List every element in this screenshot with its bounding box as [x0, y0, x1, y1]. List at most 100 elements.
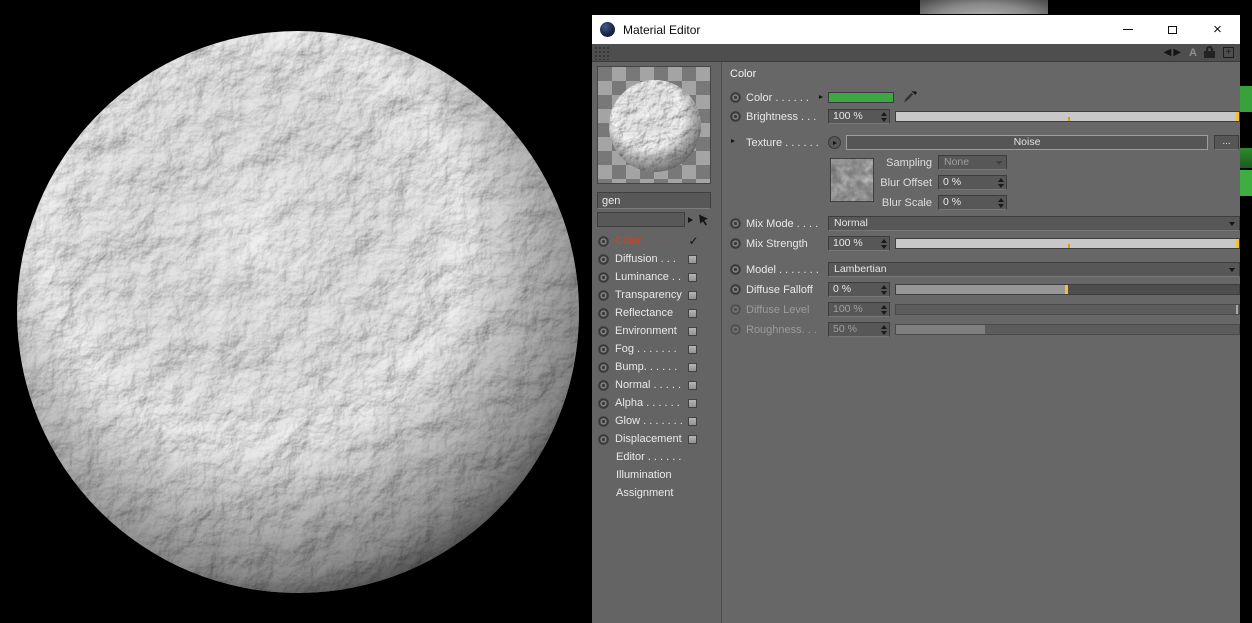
texture-browse-button[interactable]: ...	[1214, 135, 1239, 150]
keyframe-circle[interactable]	[598, 397, 609, 409]
blur-scale-spinbox[interactable]: 0 %	[938, 195, 1007, 210]
mix-strength-value[interactable]: 100 %	[829, 237, 889, 250]
spin-down-icon[interactable]	[998, 204, 1004, 208]
spin-up-icon[interactable]	[998, 178, 1004, 182]
stepper[interactable]	[998, 178, 1004, 188]
blur-offset-spinbox[interactable]: 0 %	[938, 175, 1007, 190]
spin-down-icon[interactable]	[881, 118, 887, 122]
spin-down-icon[interactable]	[881, 245, 887, 249]
nav-forward-icon[interactable]: ▶	[1172, 47, 1182, 58]
page-item-assignment[interactable]: Assignment	[592, 484, 721, 502]
keyframe-circle[interactable]	[598, 361, 609, 373]
add-box-icon[interactable]: +	[1223, 47, 1234, 58]
preview-preset-button[interactable]	[685, 212, 696, 227]
channel-label[interactable]: Alpha . . . . . .	[615, 397, 688, 409]
spin-up-icon[interactable]	[881, 112, 887, 116]
color-expand-arrow-icon[interactable]	[819, 95, 823, 99]
page-item-illumination[interactable]: Illumination	[592, 466, 721, 484]
channel-checkbox[interactable]	[688, 326, 697, 336]
spin-up-icon[interactable]	[881, 285, 887, 289]
check-icon[interactable]: ✓	[687, 234, 700, 248]
channel-checkbox[interactable]	[688, 254, 697, 264]
diffuse-falloff-value[interactable]: 0 %	[829, 283, 889, 296]
model-dropdown[interactable]: Lambertian	[828, 262, 1240, 277]
keyframe-circle[interactable]	[598, 325, 609, 337]
color-swatch[interactable]	[828, 92, 894, 103]
channel-checkbox[interactable]	[688, 398, 697, 408]
keyframe-circle[interactable]	[730, 111, 741, 122]
channel-checkbox[interactable]	[688, 380, 697, 390]
keyframe-circle[interactable]	[598, 343, 609, 355]
lock-icon[interactable]	[1204, 46, 1215, 59]
channel-row-alpha[interactable]: Alpha . . . . . .	[592, 394, 721, 412]
spin-down-icon[interactable]	[998, 184, 1004, 188]
slider-handle[interactable]	[1236, 112, 1239, 121]
channel-label[interactable]: Transparency	[615, 289, 688, 301]
brightness-value[interactable]: 100 %	[829, 110, 889, 123]
close-button[interactable]: ×	[1195, 15, 1240, 44]
texture-shader-button[interactable]: Noise	[846, 135, 1208, 150]
brightness-spinbox[interactable]: 100 %	[828, 109, 890, 124]
titlebar[interactable]: Material Editor ×	[592, 15, 1240, 44]
keyframe-circle[interactable]	[598, 253, 609, 265]
material-thumbnail[interactable]	[597, 66, 711, 184]
channel-label[interactable]: Color. . . . . .	[615, 235, 687, 247]
keyframe-circle[interactable]	[598, 307, 609, 319]
channel-label[interactable]: Bump. . . . . .	[615, 361, 688, 373]
channel-checkbox[interactable]	[688, 344, 697, 354]
keyframe-circle[interactable]	[730, 92, 741, 103]
channel-row-environment[interactable]: Environment	[592, 322, 721, 340]
keyframe-circle[interactable]	[598, 433, 609, 445]
channel-label[interactable]: Diffusion . . .	[615, 253, 688, 265]
diffuse-falloff-spinbox[interactable]: 0 %	[828, 282, 890, 297]
slider-handle[interactable]	[1236, 239, 1239, 248]
expander-triangle-icon[interactable]	[731, 139, 735, 143]
maximize-button[interactable]	[1150, 15, 1195, 44]
nav-back-icon[interactable]: ◀	[1163, 47, 1173, 58]
channel-checkbox[interactable]	[688, 434, 697, 444]
channel-checkbox[interactable]	[688, 308, 697, 318]
blur-scale-value[interactable]: 0 %	[939, 196, 1006, 209]
mix-strength-slider[interactable]	[895, 238, 1240, 249]
channel-label[interactable]: Luminance . .	[615, 271, 688, 283]
keyframe-circle[interactable]	[598, 235, 609, 247]
texture-preset-button[interactable]	[828, 136, 841, 149]
brightness-slider[interactable]	[895, 111, 1240, 122]
channel-row-color[interactable]: Color. . . . . . ✓	[592, 232, 721, 250]
keyframe-circle[interactable]	[730, 238, 741, 249]
channel-label[interactable]: Fog . . . . . . .	[615, 343, 688, 355]
keyframe-circle[interactable]	[598, 271, 609, 283]
spin-up-icon[interactable]	[998, 198, 1004, 202]
page-item-editor[interactable]: Editor . . . . . .	[592, 448, 721, 466]
mix-mode-dropdown[interactable]: Normal	[828, 216, 1240, 231]
stepper[interactable]	[881, 239, 887, 249]
letter-a-icon[interactable]: A	[1189, 47, 1197, 59]
mix-strength-spinbox[interactable]: 100 %	[828, 236, 890, 251]
preview-mode-field[interactable]	[597, 212, 685, 227]
material-name-input[interactable]	[597, 192, 711, 209]
stepper[interactable]	[881, 285, 887, 295]
spin-down-icon[interactable]	[881, 291, 887, 295]
stepper[interactable]	[881, 112, 887, 122]
channel-checkbox[interactable]	[688, 416, 697, 426]
keyframe-circle[interactable]	[598, 415, 609, 427]
eyedropper-icon[interactable]	[902, 89, 917, 109]
channel-row-bump[interactable]: Bump. . . . . .	[592, 358, 721, 376]
minimize-button[interactable]	[1105, 15, 1150, 44]
keyframe-circle[interactable]	[730, 284, 741, 295]
channel-label[interactable]: Environment	[615, 325, 688, 337]
spin-up-icon[interactable]	[881, 239, 887, 243]
channel-row-normal[interactable]: Normal . . . . .	[592, 376, 721, 394]
keyframe-circle[interactable]	[730, 218, 741, 229]
slider-handle[interactable]	[1064, 285, 1068, 294]
channel-label[interactable]: Displacement	[615, 433, 688, 445]
channel-checkbox[interactable]	[688, 290, 697, 300]
stepper[interactable]	[998, 198, 1004, 208]
channel-row-luminance[interactable]: Luminance . .	[592, 268, 721, 286]
keyframe-circle[interactable]	[730, 264, 741, 275]
channel-checkbox[interactable]	[688, 272, 697, 282]
channel-row-diffusion[interactable]: Diffusion . . .	[592, 250, 721, 268]
channel-label[interactable]: Glow . . . . . . .	[615, 415, 688, 427]
channel-row-glow[interactable]: Glow . . . . . . .	[592, 412, 721, 430]
channel-checkbox[interactable]	[688, 362, 697, 372]
